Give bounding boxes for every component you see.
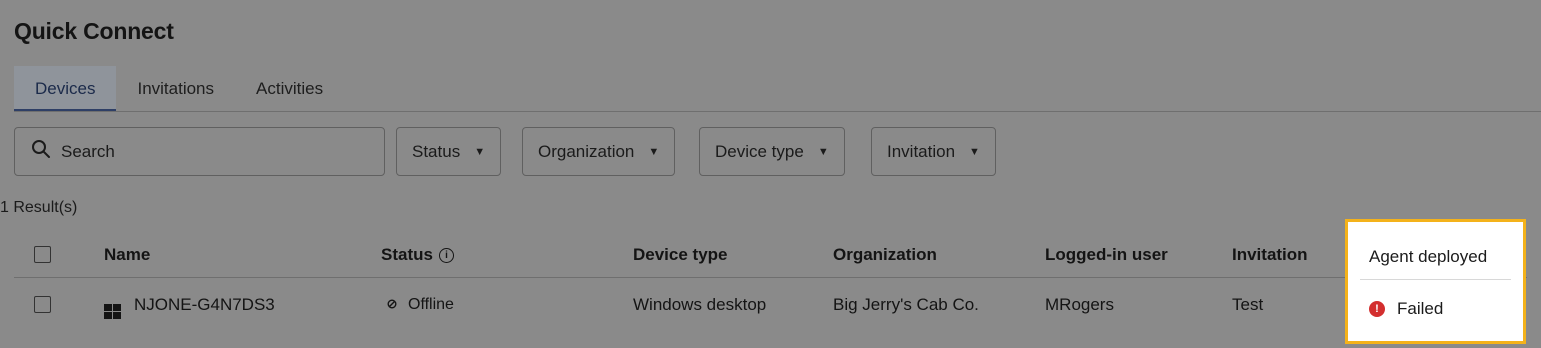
tab-activities[interactable]: Activities (235, 66, 344, 111)
agent-deployed-cell: ! Failed (1369, 299, 1443, 319)
select-all-checkbox[interactable] (34, 246, 51, 263)
caret-down-icon: ▼ (648, 145, 660, 158)
column-header-status-label: Status (381, 245, 433, 264)
windows-icon (104, 304, 121, 319)
status-text: Offline (408, 296, 454, 313)
column-header-organization[interactable]: Organization (833, 245, 937, 265)
header-divider (1360, 279, 1511, 280)
column-header-agent-deployed[interactable]: Agent deployed (1369, 247, 1487, 267)
header-divider (14, 277, 1527, 278)
search-icon (31, 139, 51, 164)
caret-down-icon: ▼ (817, 145, 829, 158)
filter-label: Status (412, 141, 461, 161)
device-type-cell: Windows desktop (633, 295, 767, 314)
page-title: Quick Connect (14, 18, 174, 44)
filter-label: Device type (715, 141, 804, 161)
column-header-status[interactable]: Status i (381, 245, 454, 265)
search-placeholder: Search (61, 141, 115, 161)
caret-down-icon: ▼ (969, 145, 980, 158)
result-count: 1 Result(s) (0, 199, 78, 216)
organization-cell: Big Jerry's Cab Co. (833, 295, 979, 314)
status-filter-dropdown[interactable]: Status ▼ (396, 127, 502, 176)
agent-deployed-status: Failed (1397, 299, 1444, 318)
device-name-cell[interactable]: NJONE-G4N7DS3 (104, 295, 275, 319)
agent-deployed-highlight: Agent deployed ! Failed (1345, 219, 1526, 344)
tab-bar: Devices Invitations Activities (14, 66, 1541, 112)
search-input[interactable]: Search (14, 127, 385, 176)
tab-devices[interactable]: Devices (14, 66, 117, 111)
status-cell: Offline (387, 296, 454, 314)
column-header-name[interactable]: Name (104, 245, 150, 265)
column-header-invitation[interactable]: Invitation (1232, 245, 1308, 265)
column-header-device-type[interactable]: Device type (633, 245, 728, 265)
invitation-filter-dropdown[interactable]: Invitation ▼ (871, 127, 996, 176)
error-icon: ! (1369, 301, 1385, 317)
filter-label: Organization (538, 141, 635, 161)
logged-in-user-cell: MRogers (1045, 295, 1114, 314)
filter-label: Invitation (887, 141, 956, 161)
invitation-cell: Test (1232, 295, 1264, 314)
device-name: NJONE-G4N7DS3 (134, 295, 275, 314)
offline-icon (387, 296, 397, 314)
tab-invitations[interactable]: Invitations (116, 66, 235, 111)
info-icon[interactable]: i (438, 248, 454, 263)
organization-filter-dropdown[interactable]: Organization ▼ (522, 127, 676, 176)
column-header-logged-in-user[interactable]: Logged-in user (1045, 245, 1168, 265)
row-checkbox[interactable] (34, 296, 51, 313)
caret-down-icon: ▼ (474, 145, 486, 158)
device-type-filter-dropdown[interactable]: Device type ▼ (699, 127, 845, 176)
